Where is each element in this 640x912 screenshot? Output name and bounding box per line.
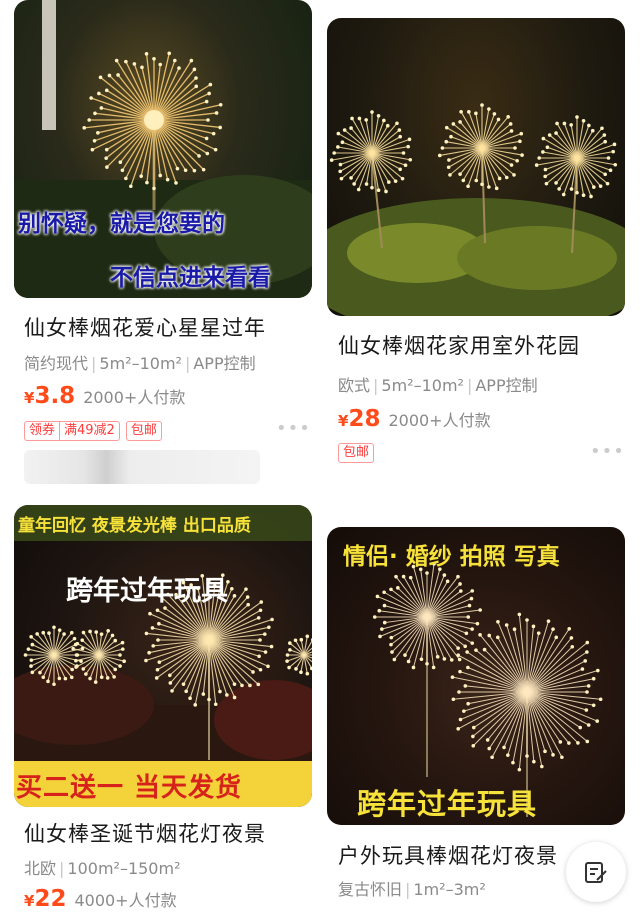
tags-1: 领券 满49减2 包邮 — [24, 421, 162, 441]
coupon-value: 满49减2 — [64, 423, 115, 438]
product-title-2[interactable]: 仙女棒烟花家用室外花园 — [338, 330, 628, 360]
spec-area: 1m²–3m² — [413, 880, 486, 899]
more-dots-icon[interactable]: ••• — [590, 441, 625, 462]
firework-lights-graphic — [14, 505, 312, 807]
product-image-1[interactable]: 别怀疑，就是您要的 不信点进来看看 — [14, 0, 312, 298]
spec-style: 简约现代 — [24, 354, 89, 373]
firework-lights-graphic — [327, 103, 625, 316]
price-row-2: ¥ 28 2000+人付款 — [338, 406, 491, 432]
currency-symbol: ¥ — [338, 412, 349, 430]
more-dots-icon[interactable]: ••• — [276, 418, 311, 439]
product-title-4[interactable]: 户外玩具棒烟花灯夜景 — [338, 840, 598, 870]
free-shipping-tag: 包邮 — [125, 421, 162, 441]
product-sales-1: 2000+人付款 — [83, 388, 186, 407]
product-price-1: 3.8 — [34, 383, 76, 409]
product-sales-2: 2000+人付款 — [388, 411, 491, 430]
currency-symbol: ¥ — [24, 892, 35, 910]
product-specs-1: 简约现代 | 5m²–10m² | APP控制 — [24, 354, 256, 373]
currency-symbol: ¥ — [24, 389, 35, 407]
blurred-info-bar — [24, 450, 260, 484]
product-specs-4: 复古怀旧 | 1m²–3m² — [338, 880, 486, 899]
spec-area: 100m²–150m² — [67, 859, 181, 878]
product-price-2: 28 — [348, 406, 381, 432]
tags-2: 包邮 — [338, 443, 375, 463]
overlay-headline: 跨年过年玩具 — [66, 576, 228, 607]
coupon-label: 领券 — [25, 422, 61, 440]
spec-control: APP控制 — [475, 376, 538, 395]
spec-area: 5m²–10m² — [381, 376, 464, 395]
overlay-bottom-text: 跨年过年玩具 — [357, 787, 538, 821]
product-price-3: 22 — [34, 886, 67, 912]
overlay-line-1: 别怀疑，就是您要的 — [18, 211, 225, 237]
product-title-3[interactable]: 仙女棒圣诞节烟花灯夜景 — [24, 818, 314, 848]
product-specs-3: 北欧 | 100m²–150m² — [24, 859, 181, 878]
free-shipping-tag: 包邮 — [338, 443, 375, 463]
overlay-promo: 买二送一 当天发货 — [16, 773, 243, 803]
spec-style: 复古怀旧 — [338, 880, 403, 899]
firework-lights-graphic — [14, 0, 312, 298]
product-image-4[interactable]: 情侣· 婚纱 拍照 写真 跨年过年玩具 — [327, 527, 625, 825]
product-image-3[interactable]: 童年回忆 夜景发光棒 出口品质 跨年过年玩具 买二送一 当天发货 — [14, 505, 312, 807]
price-row-1: ¥ 3.8 2000+人付款 — [24, 383, 185, 409]
spec-area: 5m²–10m² — [99, 354, 182, 373]
overlay-top-text: 情侣· 婚纱 拍照 写真 — [343, 544, 560, 570]
product-image-2[interactable] — [327, 18, 625, 316]
product-specs-2: 欧式 | 5m²–10m² | APP控制 — [338, 376, 538, 395]
floating-edit-button[interactable] — [566, 842, 626, 902]
spec-control: APP控制 — [193, 354, 256, 373]
product-sales-3: 4000+人付款 — [74, 891, 177, 910]
edit-note-icon — [585, 862, 607, 883]
overlay-line-2: 不信点进来看看 — [110, 265, 271, 291]
spec-style: 北欧 — [24, 859, 57, 878]
product-title-1[interactable]: 仙女棒烟花爱心星星过年 — [24, 312, 312, 342]
overlay-top-banner: 童年回忆 夜景发光棒 出口品质 — [18, 516, 251, 536]
price-row-3: ¥ 22 4000+人付款 — [24, 886, 177, 912]
spec-style: 欧式 — [338, 376, 371, 395]
coupon-tag[interactable]: 领券 满49减2 — [24, 421, 120, 441]
